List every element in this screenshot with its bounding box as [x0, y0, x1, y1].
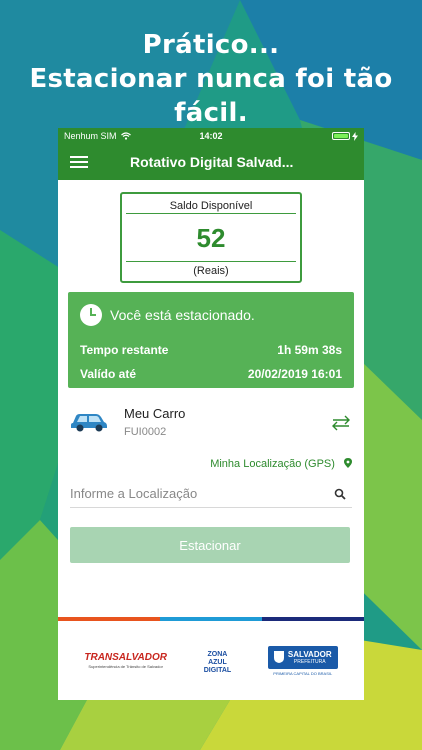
balance-value: 52 — [126, 214, 296, 262]
clock-time: 14:02 — [199, 131, 223, 141]
gps-location-link[interactable]: Minha Localização (GPS) — [70, 458, 352, 474]
footer-logos: TRANSALVADOR Superintendência de Trânsit… — [58, 621, 364, 700]
remaining-time-label: Tempo restante — [80, 343, 169, 357]
remaining-time-value: 1h 59m 38s — [277, 343, 342, 357]
car-icon — [71, 414, 107, 432]
promo-headline: Prático... Estacionar nunca foi tão fáci… — [0, 28, 422, 130]
app-title: Rotativo Digital Salvad... — [130, 154, 294, 170]
search-icon[interactable] — [334, 488, 346, 500]
status-bar: Nenhum SIM 14:02 — [58, 128, 364, 144]
location-field[interactable] — [70, 480, 352, 508]
vehicle-name: Meu Carro — [124, 406, 186, 421]
vehicle-selector[interactable]: Meu Carro FUI0002 — [70, 406, 354, 446]
parking-status-message: Você está estacionado. — [110, 307, 255, 323]
clock-icon — [80, 304, 102, 326]
remaining-time-row: Tempo restante 1h 59m 38s — [80, 338, 342, 362]
transalvador-logo: TRANSALVADOR Superintendência de Trânsit… — [84, 652, 167, 669]
vehicle-plate: FUI0002 — [124, 426, 167, 438]
salvador-shield-icon — [273, 651, 284, 663]
location-input[interactable] — [70, 486, 320, 501]
balance-card: Saldo Disponível 52 (Reais) — [120, 192, 302, 283]
phone-screen: Nenhum SIM 14:02 Rotativo Digital Salvad… — [58, 128, 364, 700]
valid-until-label: Valído até — [80, 367, 137, 381]
swap-vehicle-icon[interactable] — [330, 414, 352, 432]
balance-unit: (Reais) — [193, 265, 229, 277]
location-pin-icon — [344, 458, 352, 468]
valid-until-row: Valído até 20/02/2019 16:01 — [80, 362, 342, 386]
app-bar: Rotativo Digital Salvad... — [58, 144, 364, 180]
balance-title: Saldo Disponível — [126, 194, 296, 214]
headline-line1: Prático... — [142, 30, 280, 60]
zona-azul-digital-logo: ZONA AZUL DIGITAL — [203, 650, 232, 674]
park-button[interactable]: Estacionar — [70, 527, 350, 563]
headline-line2: Estacionar nunca foi tão fácil. — [29, 64, 393, 128]
hamburger-menu-icon[interactable] — [70, 156, 88, 168]
gps-location-label: Minha Localização (GPS) — [210, 458, 335, 470]
battery-icon — [332, 132, 350, 140]
valid-until-value: 20/02/2019 16:01 — [247, 367, 342, 381]
parking-status-card: Você está estacionado. Tempo restante 1h… — [68, 292, 354, 388]
salvador-prefeitura-logo: SALVADOR PREFEITURA PRIMEIRA CAPITAL DO … — [267, 645, 338, 676]
